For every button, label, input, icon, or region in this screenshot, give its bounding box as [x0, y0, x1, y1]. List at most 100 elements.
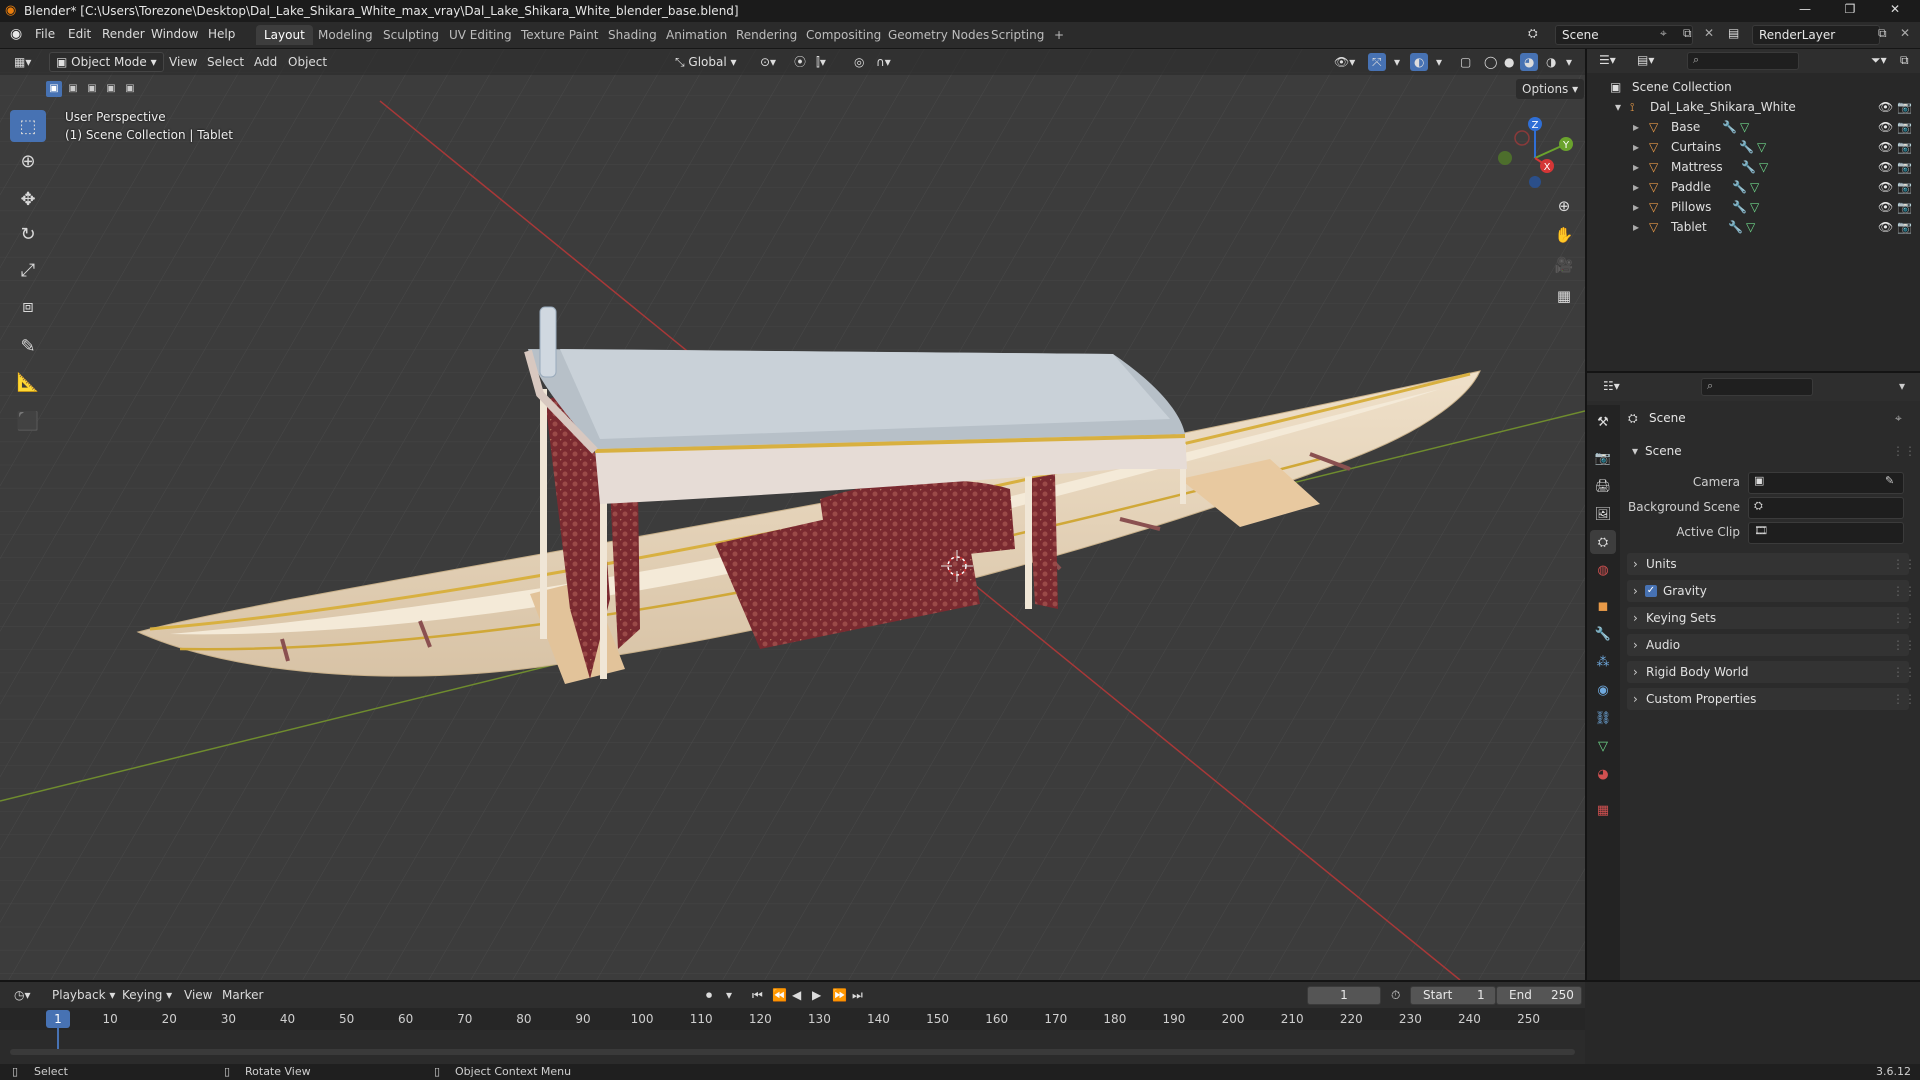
transform-tool[interactable]: ⧈ [10, 290, 46, 322]
render-layer-selector[interactable]: RenderLayer [1752, 25, 1880, 45]
new-collection-icon[interactable]: ⧉ [1900, 53, 1909, 68]
pan-hand-icon[interactable]: ✋ [1550, 221, 1578, 249]
snap-target-icon[interactable]: ⫿▾ [812, 53, 830, 71]
outliner-row-object[interactable]: ▸ ▽ Pillows 🔧 ▽ 👁 📷 [1587, 197, 1920, 217]
expand-icon[interactable]: ▾ [1615, 97, 1621, 117]
drag-handle-icon[interactable]: ⋮⋮ [1892, 553, 1916, 575]
expand-icon[interactable]: ▸ [1633, 117, 1639, 137]
solid-shading-icon[interactable]: ● [1500, 53, 1518, 71]
drag-handle-icon[interactable]: ⋮⋮ [1892, 607, 1916, 629]
maximize-button[interactable]: ❐ [1830, 2, 1870, 20]
panel-custom-properties[interactable]: › Custom Properties ⋮⋮ [1627, 688, 1916, 710]
eye-icon[interactable]: 👁 [1878, 160, 1893, 174]
drag-handle-icon[interactable]: ⋮⋮ [1892, 440, 1916, 462]
zoom-icon[interactable]: ⊕ [1550, 192, 1578, 220]
select-invert-icon[interactable]: ▣ [103, 81, 119, 97]
eye-icon[interactable]: 👁 [1878, 200, 1893, 214]
tab-scripting[interactable]: Scripting [983, 25, 1052, 45]
tab-sculpting[interactable]: Sculpting [375, 25, 447, 45]
expand-icon[interactable]: ▸ [1633, 157, 1639, 177]
panel-units[interactable]: › Units ⋮⋮ [1627, 553, 1916, 575]
view-layer-tab-icon[interactable]: 🖼 [1590, 502, 1616, 526]
camera-icon[interactable]: 📷 [1897, 120, 1912, 134]
outliner-row-object[interactable]: ▸ ▽ Curtains 🔧 ▽ 👁 📷 [1587, 137, 1920, 157]
physics-tab-icon[interactable]: ◉ [1590, 678, 1616, 702]
outliner-row-object[interactable]: ▸ ▽ Tablet 🔧 ▽ 👁 📷 [1587, 217, 1920, 237]
gravity-checkbox[interactable]: ✓ [1645, 585, 1657, 597]
outliner-row-collection[interactable]: ▾ ⟟ Dal_Lake_Shikara_White 👁 📷 [1587, 97, 1920, 117]
scale-tool[interactable]: ⤢ [10, 254, 46, 286]
expand-icon[interactable]: ▸ [1633, 177, 1639, 197]
world-tab-icon[interactable]: ◍ [1590, 558, 1616, 582]
tab-modeling[interactable]: Modeling [310, 25, 381, 45]
play-reverse-icon[interactable]: ◀ [788, 986, 805, 1004]
wireframe-shading-icon[interactable]: ◯ [1480, 53, 1501, 71]
rendered-shading-icon[interactable]: ◑ [1542, 53, 1560, 71]
visibility-icon[interactable]: 👁▾ [1330, 53, 1359, 71]
current-frame-field[interactable]: 1 [1307, 986, 1381, 1005]
tab-uv-editing[interactable]: UV Editing [441, 25, 520, 45]
record-dropdown-icon[interactable]: ▾ [722, 986, 736, 1004]
add-cube-tool[interactable]: ⬛ [10, 405, 46, 437]
options-dropdown[interactable]: Options ▾ [1516, 79, 1585, 99]
blender-menu-icon[interactable]: ◉ [10, 26, 22, 42]
outliner-editor-icon[interactable]: ☰▾ [1599, 53, 1616, 67]
close-button[interactable]: ✕ [1875, 2, 1915, 20]
outliner-row-scene-collection[interactable]: ▣ Scene Collection [1587, 77, 1920, 97]
record-icon[interactable]: ⏺ [702, 986, 716, 1004]
new-render-layer-icon[interactable]: ⧉ [1878, 26, 1887, 41]
constraints-tab-icon[interactable]: ⛓ [1590, 706, 1616, 730]
outliner-row-object[interactable]: ▸ ▽ Base 🔧 ▽ 👁 📷 [1587, 117, 1920, 137]
3d-viewport[interactable] [0, 49, 1585, 980]
expand-icon[interactable]: ▸ [1633, 197, 1639, 217]
menu-add[interactable]: Add [250, 53, 281, 71]
eye-icon[interactable]: 👁 [1878, 220, 1893, 234]
outliner-row-object[interactable]: ▸ ▽ Paddle 🔧 ▽ 👁 📷 [1587, 177, 1920, 197]
drag-handle-icon[interactable]: ⋮⋮ [1892, 634, 1916, 656]
filter-icon[interactable]: ⏷▾ [1871, 53, 1887, 68]
tab-rendering[interactable]: Rendering [728, 25, 805, 45]
tool-tab-icon[interactable]: ⚒ [1590, 410, 1616, 434]
select-new-icon[interactable]: ▣ [46, 81, 62, 97]
tab-shading[interactable]: Shading [600, 25, 665, 45]
menu-file[interactable]: File [35, 27, 55, 41]
eyedropper-icon[interactable]: ✎ [1885, 474, 1894, 487]
menu-playback[interactable]: Playback ▾ [48, 986, 119, 1004]
perspective-toggle-icon[interactable]: ▦ [1550, 282, 1578, 310]
pivot-point-icon[interactable]: ⊙▾ [756, 53, 780, 71]
tab-compositing[interactable]: Compositing [798, 25, 889, 45]
render-tab-icon[interactable]: 📷 [1590, 446, 1616, 470]
shading-dropdown-icon[interactable]: ▾ [1562, 53, 1576, 71]
panel-keying-sets[interactable]: › Keying Sets ⋮⋮ [1627, 607, 1916, 629]
properties-editor-icon[interactable]: ☷▾ [1603, 379, 1620, 393]
camera-icon[interactable]: 📷 [1897, 200, 1912, 214]
add-workspace-button[interactable]: + [1046, 25, 1072, 45]
camera-icon[interactable]: 📷 [1897, 100, 1912, 114]
proportional-edit-icon[interactable]: ◎ [850, 53, 868, 71]
camera-icon[interactable]: 📷 [1897, 140, 1912, 154]
move-tool[interactable]: ✥ [10, 183, 46, 215]
new-scene-icon[interactable]: ⧉ [1683, 26, 1692, 41]
camera-view-icon[interactable]: 🎥 [1550, 251, 1578, 279]
cursor-tool[interactable]: ⊕ [10, 145, 46, 177]
scene-tab-icon[interactable]: ⛭ [1590, 530, 1616, 554]
panel-audio[interactable]: › Audio ⋮⋮ [1627, 634, 1916, 656]
menu-edit[interactable]: Edit [68, 27, 91, 41]
drag-handle-icon[interactable]: ⋮⋮ [1892, 688, 1916, 710]
xray-icon[interactable]: ▢ [1456, 53, 1475, 71]
tab-geometry-nodes[interactable]: Geometry Nodes [880, 25, 997, 45]
properties-search-input[interactable]: ⌕ [1701, 378, 1813, 396]
minimize-button[interactable]: — [1785, 2, 1825, 20]
mode-dropdown[interactable]: ▣ Object Mode ▾ [49, 52, 164, 72]
select-box-tool[interactable]: ⬚ [10, 110, 46, 142]
display-mode-icon[interactable]: ▤▾ [1637, 53, 1654, 67]
tab-animation[interactable]: Animation [658, 25, 735, 45]
menu-keying[interactable]: Keying ▾ [118, 986, 176, 1004]
select-subtract-icon[interactable]: ▣ [84, 81, 100, 97]
start-frame-field[interactable]: Start 1 [1410, 986, 1496, 1005]
panel-scene[interactable]: ▾ Scene ⋮⋮ [1627, 440, 1916, 462]
particles-tab-icon[interactable]: ⁂ [1590, 650, 1616, 674]
camera-field[interactable]: ▣ ✎ [1748, 472, 1904, 494]
navigation-gizmo[interactable]: Z Y X [1495, 110, 1575, 190]
tab-layout[interactable]: Layout [256, 25, 313, 45]
